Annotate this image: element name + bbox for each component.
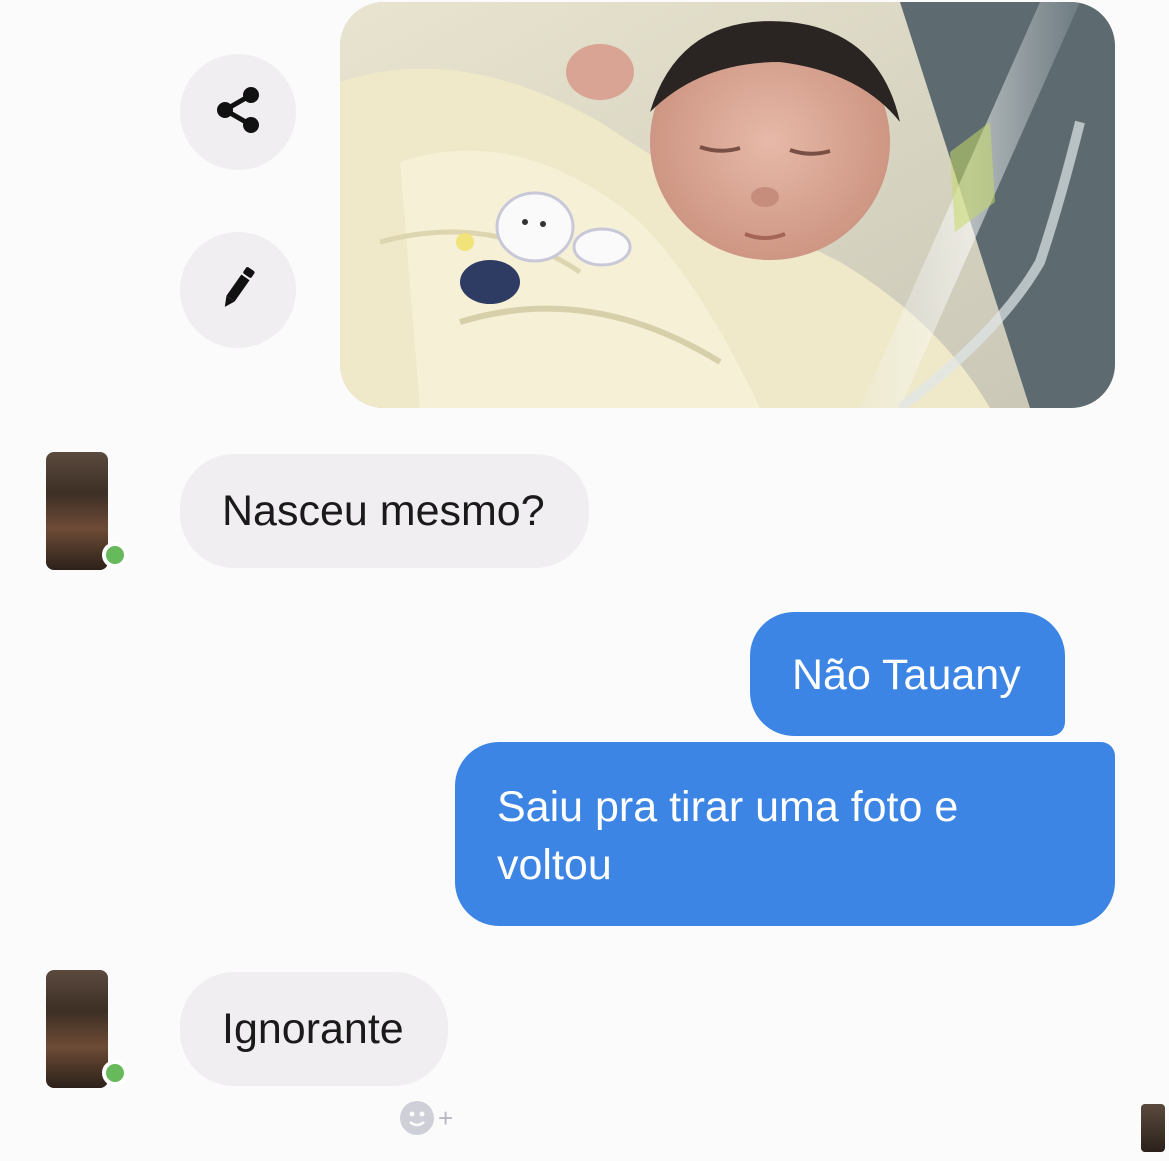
share-button[interactable] [180, 54, 296, 170]
share-icon [211, 83, 265, 142]
outgoing-message[interactable]: Não Tauany [750, 612, 1065, 736]
online-status-indicator [102, 1060, 128, 1086]
newborn-baby-photo [340, 2, 1115, 408]
online-status-indicator [102, 542, 128, 568]
add-reaction-button[interactable]: + [400, 1100, 470, 1136]
seen-avatar [1141, 1104, 1165, 1152]
contact-avatar[interactable] [46, 452, 128, 570]
pencil-icon [211, 261, 265, 320]
incoming-message[interactable]: Nasceu mesmo? [180, 454, 589, 568]
incoming-message[interactable]: Ignorante [180, 972, 448, 1086]
outgoing-message[interactable]: Saiu pra tirar uma foto e voltou [455, 742, 1115, 926]
contact-avatar[interactable] [46, 970, 128, 1088]
emoji-icon [400, 1101, 434, 1135]
avatar-image [46, 970, 108, 1088]
shared-photo[interactable] [340, 2, 1115, 408]
edit-button[interactable] [180, 232, 296, 348]
avatar-image [46, 452, 108, 570]
reaction-plus: + [438, 1103, 454, 1133]
